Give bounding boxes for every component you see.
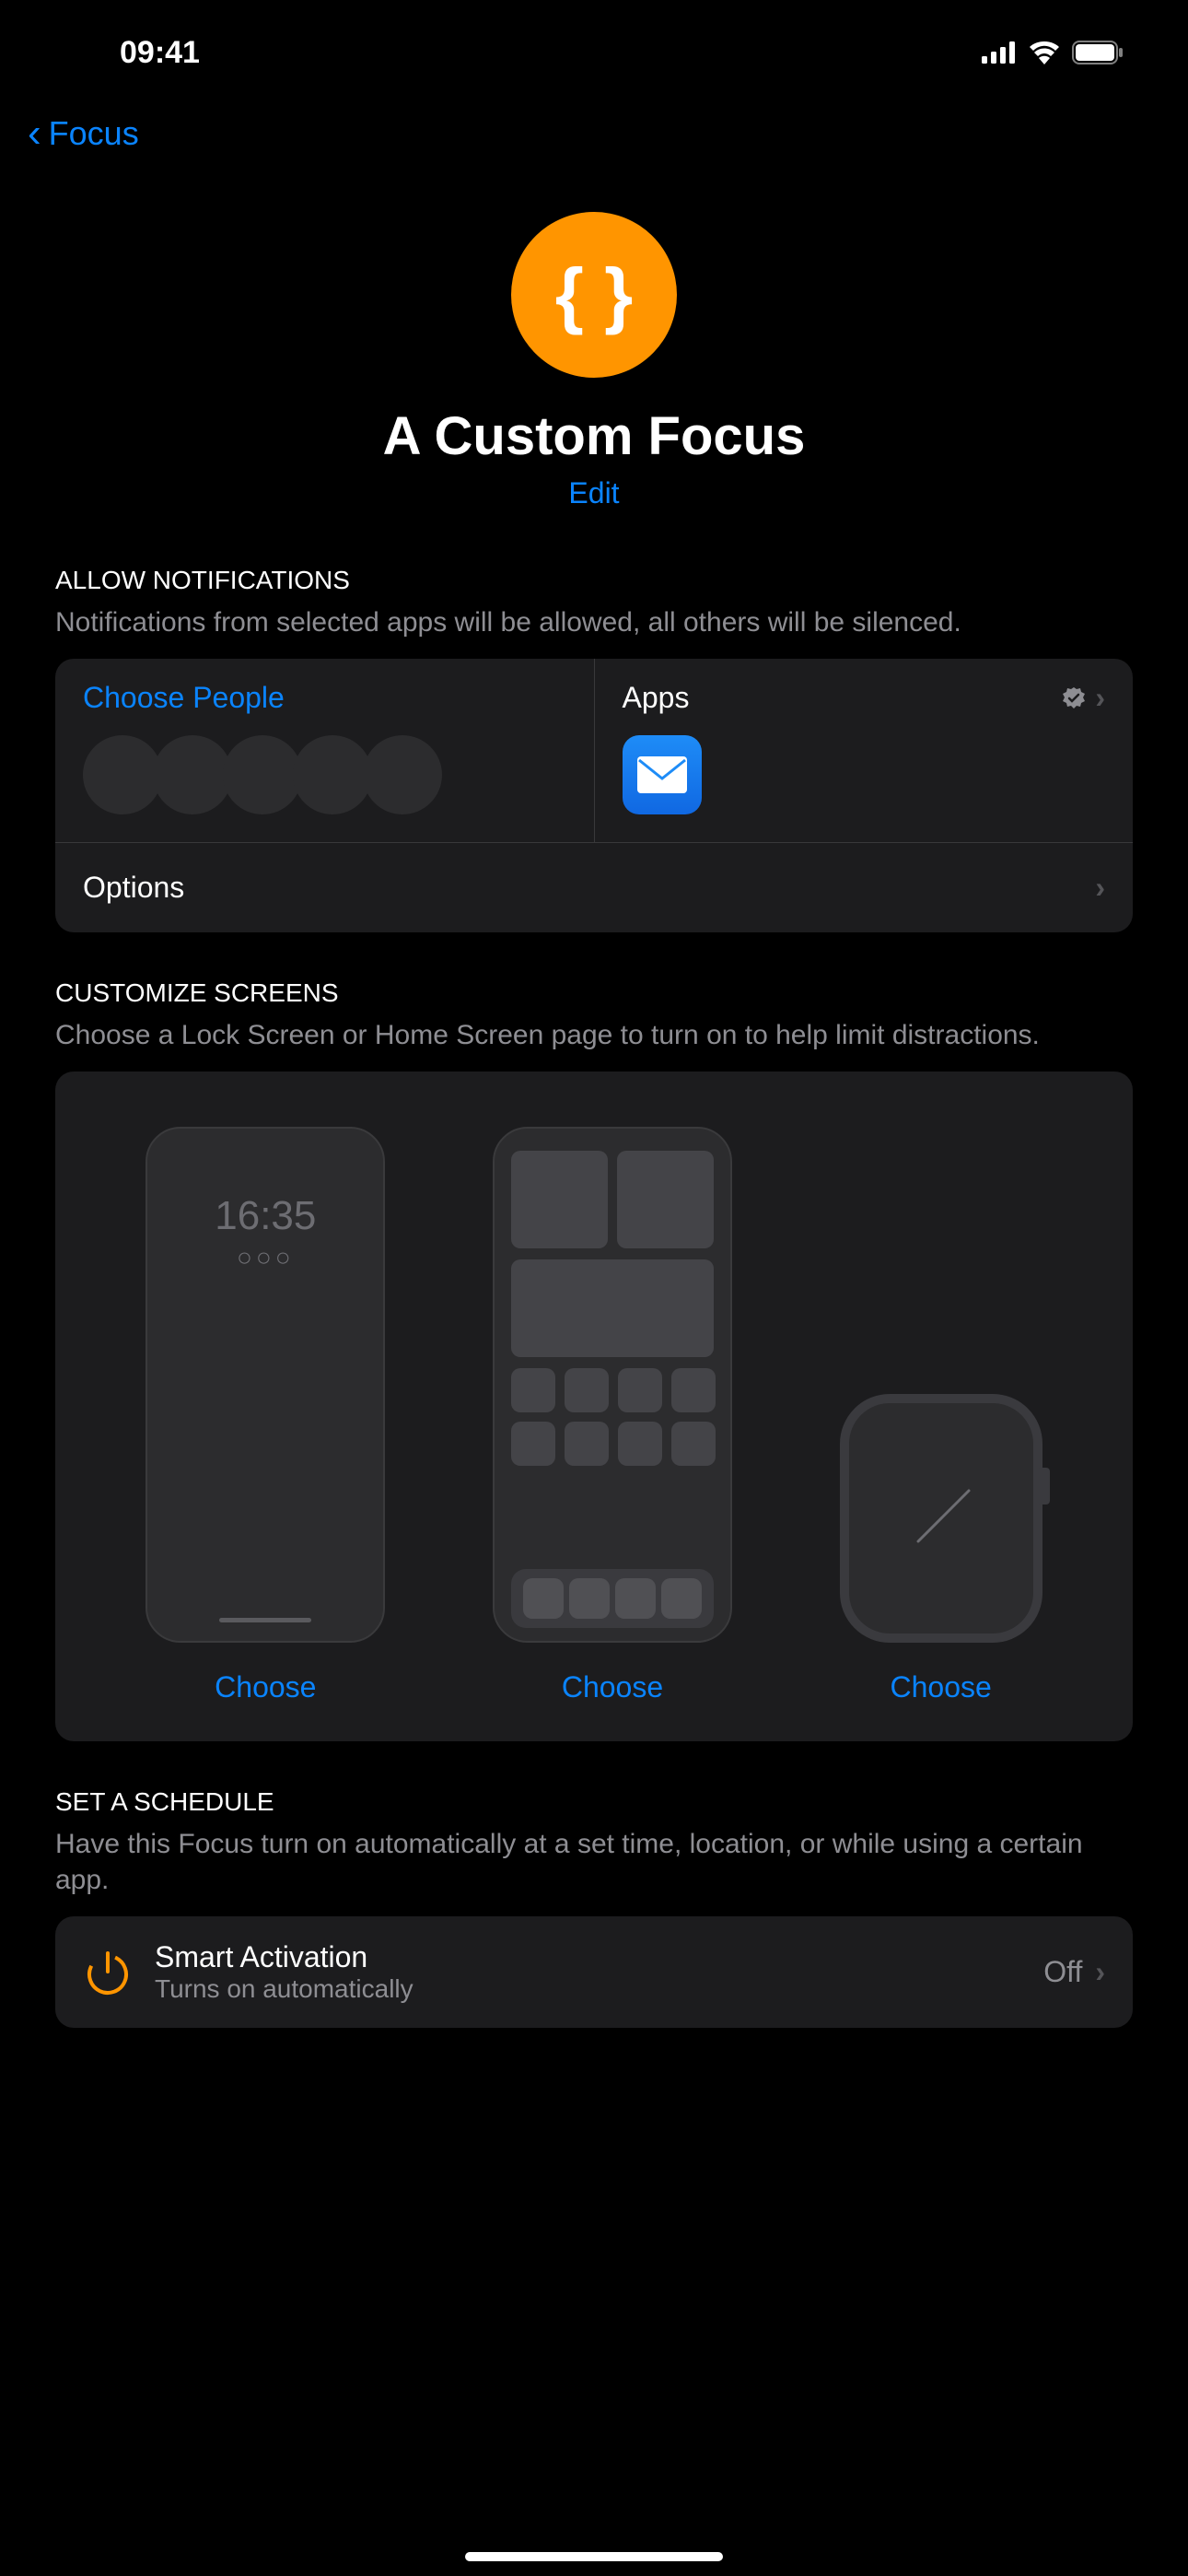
back-button[interactable]: ‹ Focus xyxy=(28,113,139,154)
choose-home-screen-button[interactable]: Choose xyxy=(562,1670,663,1704)
apps-cell[interactable]: Apps › xyxy=(595,659,1134,842)
focus-title: A Custom Focus xyxy=(383,405,806,467)
mail-app-icon xyxy=(623,735,702,814)
person-placeholder xyxy=(83,735,162,814)
person-placeholder xyxy=(153,735,232,814)
smart-activation-value: Off xyxy=(1043,1955,1082,1989)
checkmark-seal-icon xyxy=(1062,686,1086,710)
smart-activation-row[interactable]: Smart Activation Turns on automatically … xyxy=(55,1916,1133,2028)
status-bar: 09:41 xyxy=(0,0,1188,92)
allow-notifications-section: ALLOW NOTIFICATIONS Notifications from s… xyxy=(0,566,1188,932)
wifi-icon xyxy=(1028,41,1061,64)
person-placeholder xyxy=(363,735,442,814)
apps-title: Apps xyxy=(623,681,690,715)
notifications-card: Choose People Apps › xyxy=(55,659,1133,932)
section-header: ALLOW NOTIFICATIONS xyxy=(55,566,1133,595)
section-header: CUSTOMIZE SCREENS xyxy=(55,978,1133,1008)
choose-watch-face-button[interactable]: Choose xyxy=(890,1670,991,1704)
choose-people-title: Choose People xyxy=(83,681,566,715)
screens-card: 16:35 ○○○ Choose Choose xyxy=(55,1071,1133,1741)
lock-widgets-icon: ○○○ xyxy=(237,1243,295,1272)
smart-activation-subtitle: Turns on automatically xyxy=(155,1974,1021,2004)
lock-screen-preview: 16:35 ○○○ xyxy=(146,1127,385,1643)
watch-face-preview xyxy=(840,1394,1042,1643)
chevron-left-icon: ‹ xyxy=(28,113,41,154)
options-label: Options xyxy=(83,871,184,905)
person-placeholder xyxy=(223,735,302,814)
focus-header: { } A Custom Focus Edit xyxy=(0,175,1188,566)
choose-people-cell[interactable]: Choose People xyxy=(55,659,595,842)
home-indicator[interactable] xyxy=(465,2552,723,2561)
braces-icon: { } xyxy=(555,252,634,337)
edit-button[interactable]: Edit xyxy=(568,476,619,510)
watch-hands-icon xyxy=(886,1463,996,1574)
battery-icon xyxy=(1072,41,1124,64)
cellular-icon xyxy=(982,41,1017,64)
people-placeholders xyxy=(83,735,566,814)
section-desc: Choose a Lock Screen or Home Screen page… xyxy=(55,1017,1133,1053)
lock-screen-item[interactable]: 16:35 ○○○ Choose xyxy=(146,1127,385,1704)
focus-icon-circle[interactable]: { } xyxy=(511,212,677,378)
customize-screens-section: CUSTOMIZE SCREENS Choose a Lock Screen o… xyxy=(0,978,1188,1741)
status-time: 09:41 xyxy=(120,35,200,71)
status-icons xyxy=(982,41,1124,64)
section-desc: Notifications from selected apps will be… xyxy=(55,604,1133,640)
chevron-right-icon: › xyxy=(1095,681,1105,715)
chevron-right-icon: › xyxy=(1095,1955,1105,1989)
home-screen-preview xyxy=(493,1127,732,1643)
power-icon xyxy=(83,1948,133,1997)
nav-bar: ‹ Focus xyxy=(0,92,1188,175)
schedule-section: SET A SCHEDULE Have this Focus turn on a… xyxy=(0,1787,1188,2028)
section-header: SET A SCHEDULE xyxy=(55,1787,1133,1817)
watch-face-item[interactable]: Choose xyxy=(840,1394,1042,1704)
lock-screen-time: 16:35 xyxy=(215,1193,316,1239)
section-desc: Have this Focus turn on automatically at… xyxy=(55,1826,1133,1898)
smart-activation-title: Smart Activation xyxy=(155,1940,1021,1974)
back-label: Focus xyxy=(49,114,139,153)
choose-lock-screen-button[interactable]: Choose xyxy=(215,1670,316,1704)
options-row[interactable]: Options › xyxy=(55,843,1133,932)
home-screen-item[interactable]: Choose xyxy=(493,1127,732,1704)
chevron-right-icon: › xyxy=(1095,871,1105,905)
person-placeholder xyxy=(293,735,372,814)
